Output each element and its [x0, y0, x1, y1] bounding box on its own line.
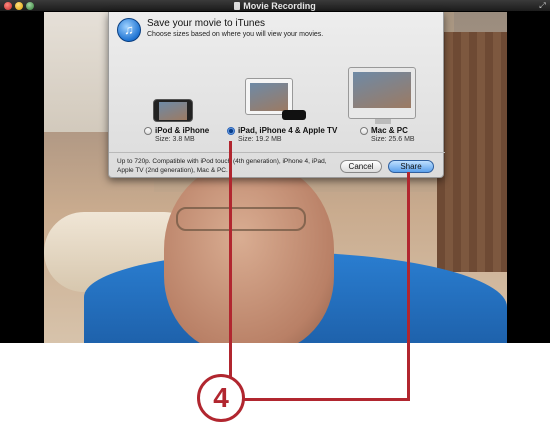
option-ipod-iphone-size: Size: 3.8 MB	[155, 136, 195, 143]
mac-stand	[375, 119, 391, 124]
resize-icon[interactable]: ⤢	[538, 2, 547, 10]
save-to-itunes-sheet: ♫ Save your movie to iTunes Choose sizes…	[108, 12, 445, 178]
sheet-divider	[109, 152, 445, 153]
option-ipad-size: Size: 19.2 MB	[238, 136, 282, 143]
mac-pc-device-image[interactable]	[348, 67, 416, 119]
ipod-screen-preview	[159, 102, 187, 120]
itunes-icon: ♫	[117, 18, 141, 42]
cancel-button[interactable]: Cancel	[340, 160, 382, 173]
callout-line-to-radio	[229, 141, 232, 377]
title-bar: Movie Recording ⤢	[0, 0, 550, 12]
mac-screen-preview	[353, 72, 411, 108]
callout-line-to-share	[407, 172, 410, 401]
option-mac-pc-size: Size: 25.6 MB	[371, 136, 415, 143]
sheet-title: Save your movie to iTunes	[147, 18, 266, 29]
compatibility-description: Up to 720p. Compatible with iPod touch (…	[117, 158, 327, 174]
video-person-glasses	[176, 207, 306, 231]
callout-line-horizontal	[243, 398, 410, 401]
option-ipod-iphone-label[interactable]: iPod & iPhone	[155, 126, 209, 135]
ipad-screen-preview	[250, 83, 288, 111]
movie-recording-window: Movie Recording ⤢ ♫ Save your movie to i…	[0, 0, 550, 343]
option-ipad-label[interactable]: iPad, iPhone 4 & Apple TV	[238, 126, 337, 135]
ipod-iphone-device-image[interactable]	[153, 99, 193, 122]
radio-ipod-iphone[interactable]	[144, 127, 152, 135]
document-icon	[234, 2, 241, 10]
video-person-head	[164, 162, 334, 343]
video-curtain	[437, 32, 507, 272]
option-mac-pc-label[interactable]: Mac & PC	[371, 126, 408, 135]
radio-ipad-iphone4-appletv[interactable]	[227, 127, 235, 135]
apple-tv-device-image[interactable]	[282, 110, 306, 120]
callout-step-number: 4	[197, 374, 245, 422]
sheet-subtitle: Choose sizes based on where you will vie…	[147, 31, 324, 38]
share-button[interactable]: Share	[388, 160, 434, 173]
window-title: Movie Recording	[0, 0, 550, 12]
window-title-text: Movie Recording	[243, 1, 316, 11]
radio-mac-pc[interactable]	[360, 127, 368, 135]
